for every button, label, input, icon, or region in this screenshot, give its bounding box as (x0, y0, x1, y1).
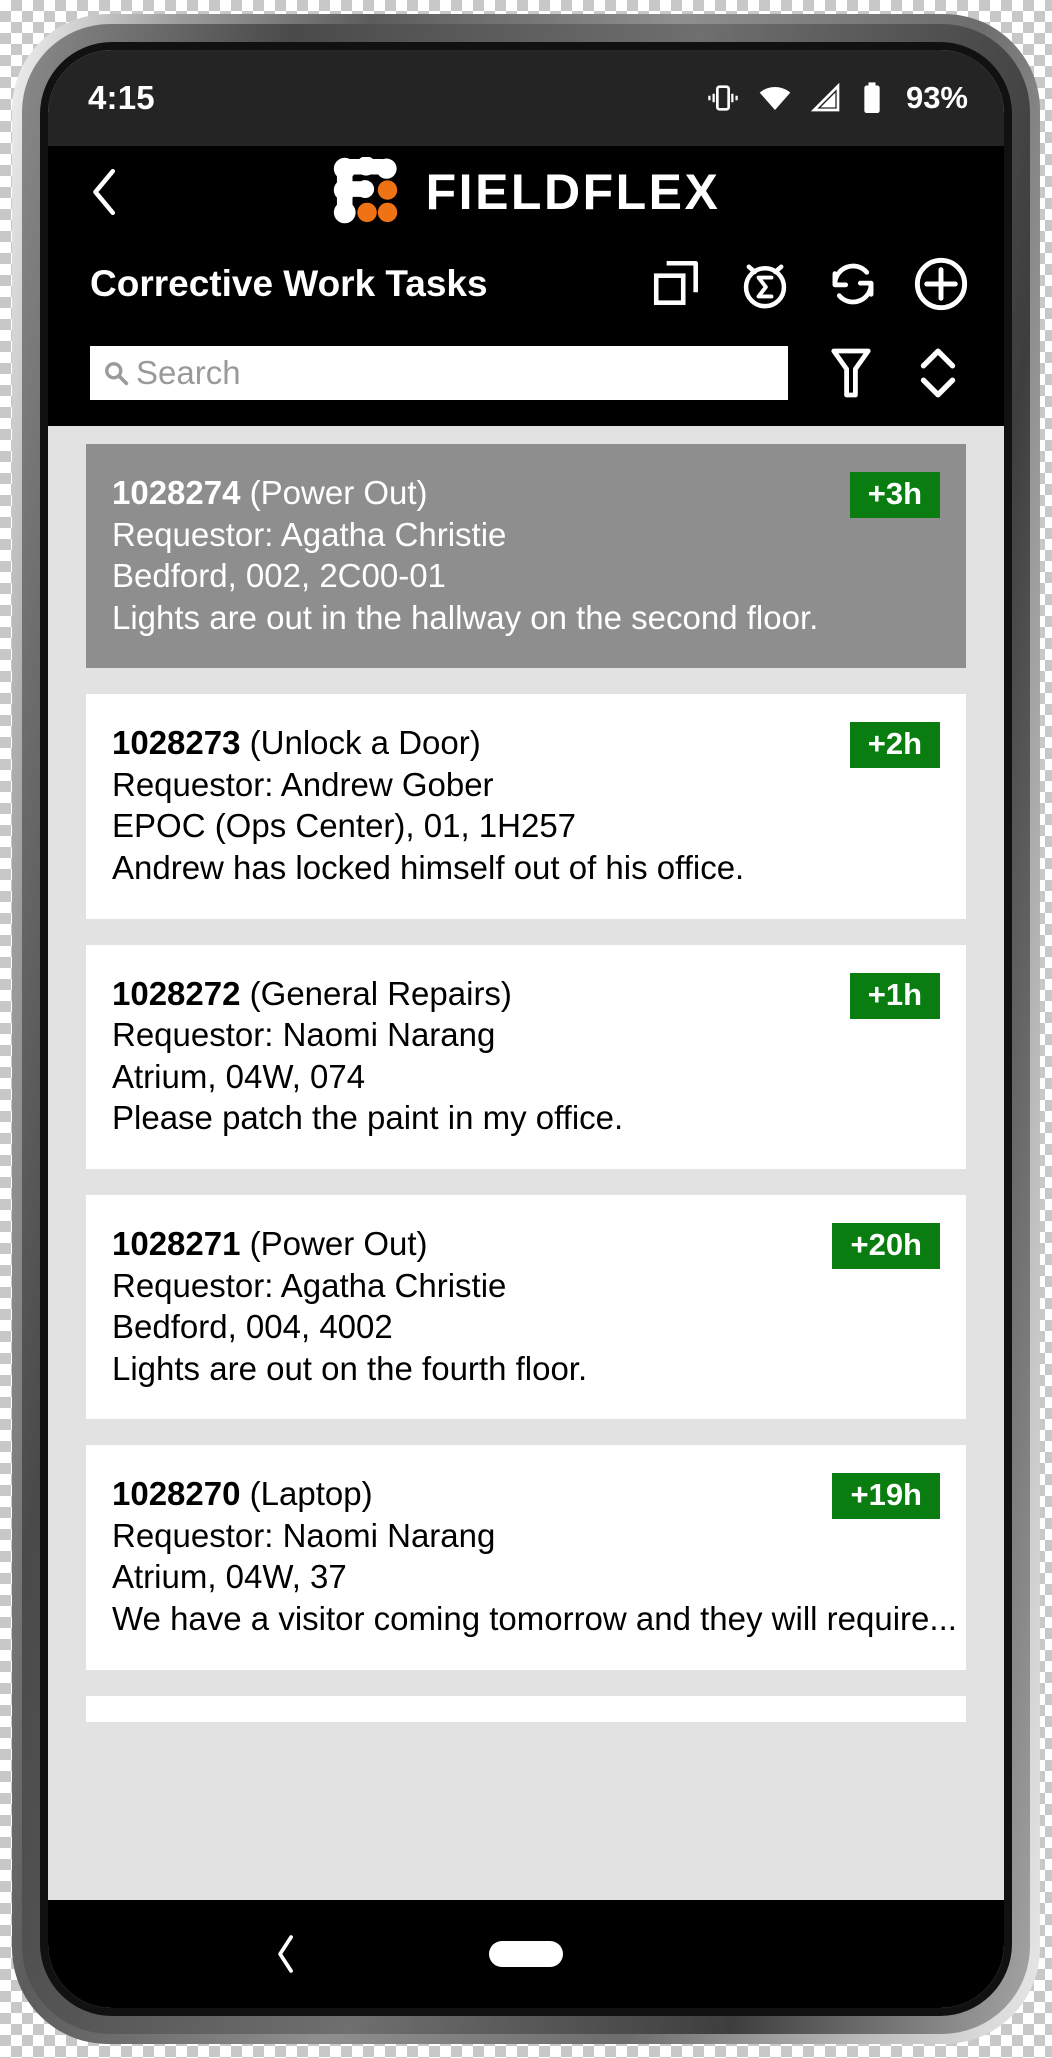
app-brand-row: FIELDFLEX (48, 146, 1004, 238)
task-list[interactable]: +3h 1028274 (Power Out) Requestor: Agath… (48, 426, 1004, 1900)
task-title-line: 1028270 (Laptop) (112, 1473, 940, 1515)
status-badge: +19h (832, 1473, 940, 1520)
task-type: (Unlock a Door) (249, 724, 481, 762)
phone-device-frame: 4:15 93% FIELDFLEX Corrective Work Tasks… (12, 14, 1040, 2044)
task-card[interactable]: +3h 1028274 (Power Out) Requestor: Agath… (86, 444, 966, 669)
add-icon (914, 257, 968, 311)
refresh-button[interactable] (822, 253, 884, 315)
task-card[interactable]: +20h 1028271 (Power Out) Requestor: Agat… (86, 1194, 966, 1420)
task-location: Atrium, 04W, 37 (112, 1558, 347, 1596)
task-location: Bedford, 004, 4002 (112, 1308, 393, 1346)
toolbar-actions (646, 253, 972, 315)
task-description: Andrew has locked himself out of his off… (112, 849, 745, 887)
task-card[interactable]: +2h 1028273 (Unlock a Door) Requestor: A… (86, 694, 966, 919)
sort-button[interactable] (900, 344, 976, 402)
filter-button[interactable] (808, 345, 894, 401)
status-badge: +2h (849, 722, 940, 769)
task-title-line: 1028274 (Power Out) (112, 472, 940, 514)
sort-updown-icon (920, 348, 956, 398)
task-type: (Power Out) (249, 1224, 428, 1262)
wifi-icon (757, 81, 793, 115)
app-header: FIELDFLEX Corrective Work Tasks Search (48, 146, 1004, 426)
task-location: EPOC (Ops Center), 01, 1H257 (112, 807, 577, 845)
cell-signal-icon (810, 81, 842, 115)
task-location: Atrium, 04W, 074 (112, 1057, 366, 1095)
app-title-row: Corrective Work Tasks (48, 238, 1004, 330)
task-id: 1028272 (112, 974, 241, 1012)
refresh-icon (832, 263, 874, 305)
task-type: (Laptop) (249, 1475, 373, 1513)
search-icon (105, 362, 129, 386)
task-description: We have a visitor coming tomorrow and th… (112, 1599, 957, 1637)
nav-home-pill-icon (489, 1941, 563, 1967)
fieldflex-logo-icon (333, 157, 397, 224)
brand-wordmark: FIELDFLEX (425, 164, 721, 220)
task-type: (General Repairs) (249, 974, 512, 1012)
search-input[interactable]: Search (90, 346, 788, 400)
header-back-button[interactable] (62, 166, 148, 218)
vibrate-icon (706, 81, 740, 115)
task-id: 1028274 (112, 474, 241, 511)
phone-device-inner-frame: 4:15 93% FIELDFLEX Corrective Work Tasks… (22, 24, 1030, 2034)
search-row: Search (48, 330, 1004, 416)
nav-home-button[interactable] (48, 1941, 1004, 1967)
status-badge: +20h (832, 1222, 940, 1270)
task-requestor: Requestor: Naomi Narang (112, 1516, 496, 1554)
android-nav-bar (48, 1900, 1004, 2008)
alarm-sigma-icon (743, 264, 787, 309)
task-type: (Power Out) (249, 474, 428, 511)
duplicate-icon (653, 260, 698, 305)
battery-icon (859, 81, 885, 115)
status-badge: +3h (849, 472, 940, 519)
page-title: Corrective Work Tasks (90, 263, 488, 304)
task-requestor: Requestor: Andrew Gober (112, 765, 494, 803)
task-id: 1028273 (112, 724, 241, 762)
status-bar-icons: 93% (706, 80, 968, 116)
add-button[interactable] (910, 253, 972, 315)
phone-bezel: 4:15 93% FIELDFLEX Corrective Work Tasks… (40, 42, 1012, 2016)
task-title-line: 1028272 (General Repairs) (112, 973, 940, 1015)
brand-lockup: FIELDFLEX (48, 157, 1004, 227)
task-requestor: Requestor: Naomi Narang (112, 1016, 496, 1054)
status-bar-time: 4:15 (88, 79, 155, 116)
totals-alarm-button[interactable] (734, 253, 796, 315)
task-requestor: Requestor: Agatha Christie (112, 1266, 507, 1304)
task-requestor: Requestor: Agatha Christie (112, 515, 507, 553)
android-status-bar: 4:15 93% (48, 50, 1004, 146)
filter-funnel-icon (831, 348, 871, 398)
task-card[interactable]: +19h 1028270 (Laptop) Requestor: Naomi N… (86, 1445, 966, 1670)
task-title-line: 1028273 (Unlock a Door) (112, 722, 940, 764)
task-location: Bedford, 002, 2C00-01 (112, 557, 446, 595)
battery-percent-label: 93% (905, 80, 968, 115)
task-id: 1028271 (112, 1224, 241, 1262)
search-placeholder-label: Search (136, 354, 241, 391)
task-title-line: 1028271 (Power Out) (112, 1223, 940, 1265)
duplicate-button[interactable] (646, 253, 708, 315)
task-description: Please patch the paint in my office. (112, 1099, 624, 1137)
back-chevron-icon (93, 168, 116, 216)
status-badge: +1h (849, 972, 940, 1019)
task-card[interactable]: +1h 1028272 (General Repairs) Requestor:… (86, 944, 966, 1169)
task-card-partial[interactable] (86, 1695, 966, 1722)
task-description: Lights are out on the fourth floor. (112, 1349, 588, 1387)
task-id: 1028270 (112, 1475, 241, 1513)
phone-screen: 4:15 93% FIELDFLEX Corrective Work Tasks… (48, 50, 1004, 2008)
task-description: Lights are out in the hallway on the sec… (112, 598, 819, 636)
